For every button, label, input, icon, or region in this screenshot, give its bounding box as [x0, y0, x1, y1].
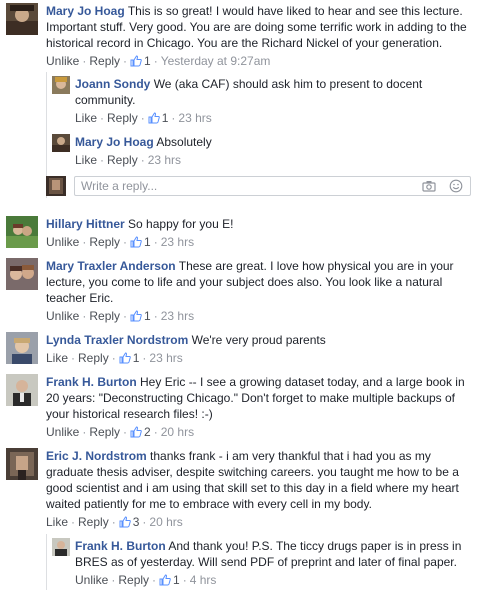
comment-actions: Like · Reply · 1 · 23 hrs — [46, 351, 183, 365]
comment-timestamp[interactable]: 23 hrs — [148, 153, 181, 167]
reply-button[interactable]: Reply — [118, 573, 149, 587]
like-count[interactable]: 1 — [130, 309, 151, 323]
comment-author[interactable]: Hillary Hittner — [46, 217, 125, 231]
like-count[interactable]: 1 — [130, 54, 151, 68]
avatar[interactable] — [6, 3, 38, 35]
comment-actions: Like · Reply · 1 · 23 hrs — [75, 111, 212, 125]
avatar-image — [6, 216, 38, 248]
comment-actions: Unlike · Reply · 1 · 4 hrs — [75, 573, 217, 587]
comment-timestamp[interactable]: 23 hrs — [178, 111, 211, 125]
comment-author[interactable]: Mary Traxler Anderson — [46, 259, 176, 273]
reply-input[interactable]: Write a reply... — [74, 176, 471, 196]
avatar-image — [6, 3, 38, 35]
comment-author[interactable]: Mary Jo Hoag — [46, 4, 125, 18]
avatar-image — [6, 258, 38, 290]
comment-timestamp[interactable]: 20 hrs — [149, 515, 182, 529]
reply-button[interactable]: Reply — [89, 235, 120, 249]
like-count[interactable]: 1 — [159, 573, 180, 587]
reply-button[interactable]: Reply — [78, 351, 109, 365]
comment-timestamp[interactable]: 23 hrs — [161, 235, 194, 249]
comment-author[interactable]: Joann Sondy — [75, 77, 150, 91]
reply-button[interactable]: Reply — [89, 425, 120, 439]
avatar[interactable] — [6, 258, 38, 290]
thumbs-up-icon — [130, 426, 142, 438]
comment-text: We're very proud parents — [191, 333, 326, 347]
reply-placeholder: Write a reply... — [81, 179, 158, 193]
comment-timestamp[interactable]: 23 hrs — [149, 351, 182, 365]
avatar — [46, 176, 66, 196]
like-button[interactable]: Like — [75, 111, 97, 125]
avatar[interactable] — [6, 216, 38, 248]
thumbs-up-icon — [119, 352, 131, 364]
reply-button[interactable]: Reply — [89, 309, 120, 323]
thumbs-up-icon — [119, 516, 131, 528]
thumbs-up-icon — [148, 112, 160, 124]
reply-composer: Write a reply... — [46, 176, 471, 198]
reply-button[interactable]: Reply — [89, 54, 120, 68]
avatar[interactable] — [6, 448, 38, 480]
like-button[interactable]: Like — [46, 351, 68, 365]
comment-actions: Unlike · Reply · 2 · 20 hrs — [46, 425, 195, 439]
avatar-image — [46, 176, 66, 196]
avatar-image — [6, 448, 38, 480]
reply-button[interactable]: Reply — [107, 111, 138, 125]
comment-timestamp[interactable]: 23 hrs — [161, 309, 194, 323]
like-count[interactable]: 1 — [148, 111, 168, 125]
comment-actions: Unlike · Reply · 1 · Yesterday at 9:27am — [46, 54, 271, 68]
comment-text: So happy for you E! — [128, 217, 234, 231]
comment-actions: Unlike · Reply · 1 · 23 hrs — [46, 235, 195, 249]
unlike-button[interactable]: Unlike — [46, 425, 79, 439]
like-button[interactable]: Like — [75, 153, 97, 167]
thumbs-up-icon — [130, 236, 142, 248]
comment-author[interactable]: Mary Jo Hoag — [75, 135, 154, 149]
thumbs-up-icon — [130, 310, 142, 322]
unlike-button[interactable]: Unlike — [46, 54, 79, 68]
like-count[interactable]: 2 — [130, 425, 151, 439]
reply-thread-line — [46, 534, 47, 590]
comment-actions: Like · Reply · 23 hrs — [75, 153, 182, 167]
avatar[interactable] — [52, 134, 70, 152]
comment-timestamp[interactable]: 20 hrs — [161, 425, 194, 439]
avatar[interactable] — [52, 76, 70, 94]
avatar-image — [52, 538, 70, 556]
like-count[interactable]: 1 — [130, 235, 151, 249]
avatar-image — [6, 332, 38, 364]
unlike-button[interactable]: Unlike — [46, 309, 79, 323]
avatar[interactable] — [6, 374, 38, 406]
like-count[interactable]: 3 — [119, 515, 139, 529]
avatar[interactable] — [52, 538, 70, 556]
comment-author[interactable]: Frank H. Burton — [75, 539, 166, 553]
reply-button[interactable]: Reply — [78, 515, 109, 529]
emoji-icon[interactable] — [449, 179, 463, 193]
avatar-image — [52, 76, 70, 94]
unlike-button[interactable]: Unlike — [75, 573, 108, 587]
avatar-image — [6, 374, 38, 406]
avatar-image — [52, 134, 70, 152]
reply-button[interactable]: Reply — [107, 153, 138, 167]
comment-actions: Unlike · Reply · 1 · 23 hrs — [46, 309, 195, 323]
comment-author[interactable]: Eric J. Nordstrom — [46, 449, 147, 463]
like-button[interactable]: Like — [46, 515, 68, 529]
comment-timestamp[interactable]: 4 hrs — [190, 573, 217, 587]
comment-text: Absolutely — [156, 135, 212, 149]
comment-author[interactable]: Lynda Traxler Nordstrom — [46, 333, 188, 347]
comment-timestamp[interactable]: Yesterday at 9:27am — [161, 54, 271, 68]
like-count[interactable]: 1 — [119, 351, 139, 365]
unlike-button[interactable]: Unlike — [46, 235, 79, 249]
comment-actions: Like · Reply · 3 · 20 hrs — [46, 515, 183, 529]
thumbs-up-icon — [130, 55, 142, 67]
camera-icon[interactable] — [422, 180, 436, 192]
comment-author[interactable]: Frank H. Burton — [46, 375, 137, 389]
thumbs-up-icon — [159, 574, 171, 586]
avatar[interactable] — [6, 332, 38, 364]
